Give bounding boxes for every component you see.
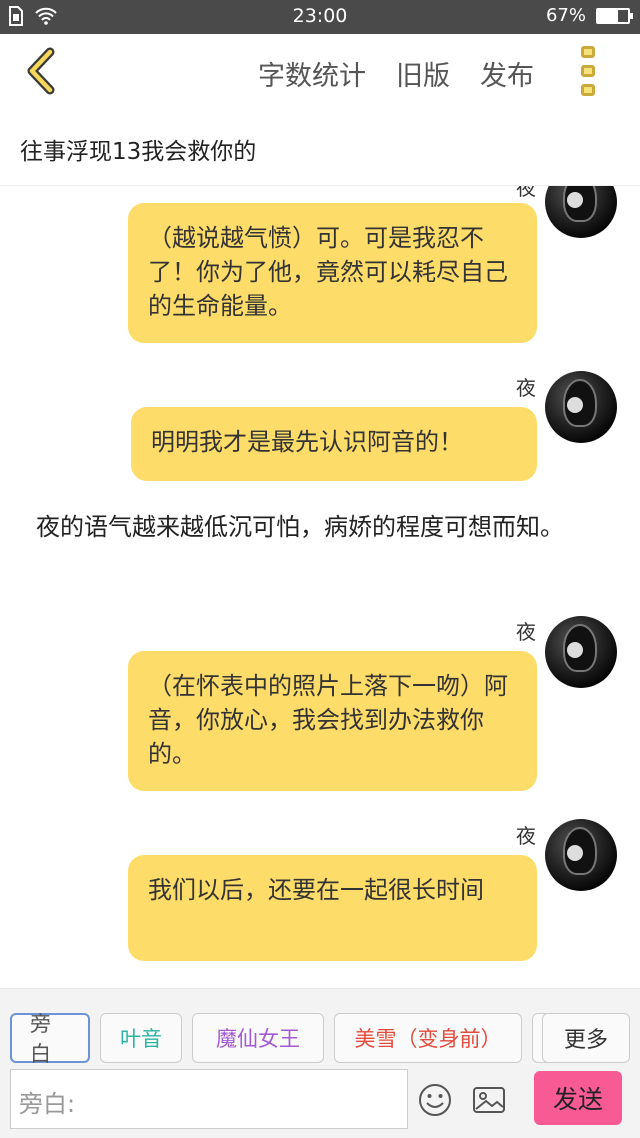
- more-roles-button[interactable]: 更多: [542, 1013, 630, 1063]
- word-count-button[interactable]: 字数统计: [258, 54, 366, 93]
- status-time: 23:00: [292, 5, 348, 27]
- chapter-title-row[interactable]: 往事浮现13我会救你的: [0, 110, 640, 186]
- role-selector: 旁白 叶音 魔仙女王 美雪（变身前）: [10, 1012, 572, 1066]
- speaker-name: 夜: [516, 824, 536, 848]
- speaker-avatar[interactable]: [545, 616, 617, 688]
- speaker-avatar[interactable]: [545, 186, 617, 238]
- emoji-button[interactable]: [418, 1083, 452, 1117]
- role-label: 魔仙女王: [216, 1027, 300, 1051]
- battery-percent: 67%: [545, 5, 586, 26]
- dialogue-bubble[interactable]: 我们以后，还要在一起很长时间: [128, 855, 537, 961]
- battery-icon: [596, 7, 633, 24]
- speaker-name: 夜: [516, 620, 536, 644]
- editor-toolbar: 字数统计 旧版 发布: [0, 34, 640, 110]
- more-dot-icon: [581, 65, 595, 77]
- dialogue-bubble[interactable]: （在怀表中的照片上落下一吻）阿音，你放心，我会找到办法救你的。: [128, 651, 537, 791]
- speaker-avatar[interactable]: [545, 371, 617, 443]
- image-button[interactable]: [472, 1083, 506, 1117]
- speaker-name: 夜: [516, 376, 536, 400]
- role-chip-yeyin[interactable]: 叶音: [100, 1013, 182, 1063]
- compose-panel: 旁白 叶音 魔仙女王 美雪（变身前） 更多 旁白: 发送: [0, 988, 640, 1138]
- message-input-box[interactable]: 旁白:: [10, 1069, 408, 1129]
- narration-text[interactable]: 夜的语气越来越低沉可怕，病娇的程度可想而知。: [36, 510, 611, 544]
- role-label: 美雪（变身前）: [354, 1027, 502, 1051]
- role-chip-narrator[interactable]: 旁白: [10, 1012, 90, 1066]
- dialogue-bubble[interactable]: （越说越气愤）可。可是我忍不了！你为了他，竟然可以耗尽自己的生命能量。: [128, 203, 537, 343]
- chat-area[interactable]: 夜 （越说越气愤）可。可是我忍不了！你为了他，竟然可以耗尽自己的生命能量。 夜 …: [0, 186, 640, 988]
- chevron-left-icon: [27, 47, 55, 95]
- message-input[interactable]: [87, 1078, 397, 1122]
- role-chip-fairy-queen[interactable]: 魔仙女王: [192, 1013, 324, 1063]
- speaker-name: 夜: [516, 186, 536, 200]
- role-chip-meixue[interactable]: 美雪（变身前）: [334, 1013, 522, 1063]
- more-menu-button[interactable]: [578, 46, 600, 96]
- send-button[interactable]: 发送: [534, 1071, 622, 1125]
- image-icon: [473, 1087, 505, 1113]
- dialogue-bubble[interactable]: 明明我才是最先认识阿音的！: [131, 407, 537, 481]
- back-button[interactable]: [20, 46, 64, 96]
- emoji-icon: [419, 1084, 451, 1116]
- old-version-button[interactable]: 旧版: [396, 54, 450, 93]
- role-label: 叶音: [120, 1027, 162, 1051]
- chapter-title: 往事浮现13我会救你的: [20, 139, 257, 165]
- input-role-prefix: 旁白:: [19, 1090, 76, 1118]
- speaker-avatar[interactable]: [545, 819, 617, 891]
- more-dot-icon: [581, 84, 595, 96]
- status-bar: 23:00 67%: [0, 0, 640, 34]
- role-label: 旁白: [30, 1012, 51, 1066]
- more-dot-icon: [581, 46, 595, 58]
- publish-button[interactable]: 发布: [480, 54, 534, 93]
